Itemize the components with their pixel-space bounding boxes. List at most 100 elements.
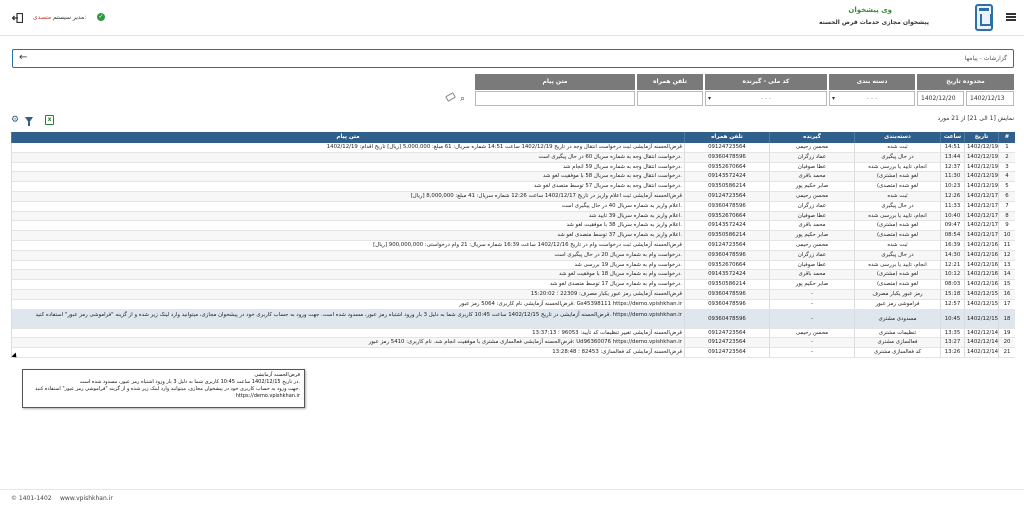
- row-date: 1402/12/19: [964, 152, 998, 162]
- phone-input[interactable]: [637, 91, 703, 106]
- row-time: 09:47: [940, 221, 964, 231]
- row-time: 12:37: [940, 162, 964, 172]
- row-time: 08:03: [940, 280, 964, 289]
- table-row[interactable]: 19 1402/12/14 13:35 تنظیمات مشتری محسن رحیمی…: [11, 328, 1015, 339]
- receiver-select[interactable]: ▾ - - -: [705, 91, 827, 106]
- row-receiver: محسن رحیمی: [769, 143, 854, 152]
- row-index: 10: [998, 231, 1015, 240]
- row-date: 1402/12/17: [964, 201, 998, 211]
- row-phone: 09352670664: [684, 162, 769, 172]
- row-receiver: عطا صوفیان: [769, 162, 854, 172]
- table-row[interactable]: 2 1402/12/19 13:44 در حال پیگیری عماد زرگران…: [11, 152, 1015, 163]
- col-date-header[interactable]: تاریخ: [964, 132, 998, 143]
- filter-receiver-header: کد ملی - گیرنده: [705, 74, 827, 90]
- row-phone: 09360478596: [684, 299, 769, 309]
- row-time: 12:57: [940, 299, 964, 309]
- row-category: لغو شده (متصدی): [854, 280, 940, 289]
- app-title: وی پیشخوان: [848, 6, 892, 14]
- table-row[interactable]: 7 1402/12/17 11:33 در حال پیگیری عماد زرگران…: [11, 201, 1015, 212]
- table-row[interactable]: 5 1402/12/19 10:23 لغو شده (متصدی) صابر حکیم…: [11, 182, 1015, 192]
- row-message: درخواست انتقال وجه به شماره سریال 59 انج…: [11, 162, 684, 172]
- filter-icon[interactable]: [25, 117, 33, 126]
- filter-date-header: محدوده تاریخ: [917, 74, 1014, 90]
- row-index: 8: [998, 211, 1015, 221]
- row-date: 1402/12/15: [964, 309, 998, 328]
- message-input[interactable]: [475, 91, 635, 106]
- app-logo-icon: [975, 4, 993, 31]
- table-row[interactable]: 3 1402/12/19 12:37 انجام، تایید یا بررسی شد…: [11, 162, 1015, 173]
- breadcrumb: ← گزارشات - پیامها: [12, 49, 1014, 68]
- row-message: اعلام واریز به شماره سریال 38 با موفقیت …: [11, 221, 684, 231]
- table-row[interactable]: 16 1402/12/15 15:18 رمز عبور یکبار مصرف -093…: [11, 289, 1015, 300]
- row-receiver: محسن رحیمی: [769, 328, 854, 338]
- col-message-header[interactable]: متن پیام: [11, 132, 684, 143]
- table-row[interactable]: 1 1402/12/19 14:51 ثبت شده محسن رحیمی 0912472…: [11, 143, 1015, 153]
- row-time: 13:27: [940, 338, 964, 348]
- search-icon[interactable]: ⌕: [460, 94, 465, 104]
- col-receiver-header[interactable]: گیرنده: [769, 132, 854, 143]
- row-category: در حال پیگیری: [854, 201, 940, 211]
- table-row[interactable]: 17 1402/12/15 12:57 فراموشی رمز عبور -093604…: [11, 299, 1015, 310]
- row-date: 1402/12/16: [964, 240, 998, 250]
- row-time: 08:54: [940, 231, 964, 240]
- table-row[interactable]: 18 1402/12/15 10:45 مسدودی مشتری -0936047859…: [11, 309, 1015, 329]
- col-index-header[interactable]: #: [998, 132, 1015, 143]
- table-row[interactable]: 15 1402/12/16 08:03 لغو شده (متصدی) صابر حکی…: [11, 280, 1015, 290]
- table-row[interactable]: 6 1402/12/17 12:26 ثبت شده محسن رحیمی 0912472…: [11, 191, 1015, 202]
- row-index: 11: [998, 240, 1015, 250]
- gear-icon[interactable]: ⚙: [11, 115, 19, 125]
- category-select[interactable]: ▾ - - -: [829, 91, 915, 106]
- row-message: قرض‌الحسنه آزمایشی فعالسازی مشتری با موف…: [11, 338, 684, 348]
- table-row[interactable]: 12 1402/12/16 14:30 در حال پیگیری عماد زرگرا…: [11, 250, 1015, 261]
- table-row[interactable]: 14 1402/12/16 10:12 لغو شده (مشتری) محمد باق…: [11, 270, 1015, 281]
- back-arrow-icon[interactable]: ←: [19, 53, 27, 63]
- user-info: مدیر سیستم متصدی:: [33, 14, 86, 21]
- table-row[interactable]: 10 1402/12/17 08:54 لغو شده (متصدی) صابر حکی…: [11, 231, 1015, 241]
- tooltip-line: قرض‌الحسنه آزمایشی: [254, 372, 300, 378]
- row-receiver: محسن رحیمی: [769, 191, 854, 201]
- table-row[interactable]: 4 1402/12/19 11:30 لغو شده (مشتری) محمد باقر…: [11, 172, 1015, 183]
- menu-icon[interactable]: [1006, 13, 1016, 21]
- excel-export-icon[interactable]: x: [45, 115, 54, 125]
- row-phone: 09143572424: [684, 270, 769, 280]
- row-message: قرض‌الحسنه آزمایشی ثبت درخواست انتقال وج…: [11, 143, 684, 152]
- row-phone: 09143572424: [684, 221, 769, 231]
- table-row[interactable]: 9 1402/12/17 09:47 لغو شده (مشتری) محمد باقر…: [11, 221, 1015, 232]
- table-header-row: # تاریخ ساعت دسته‌بندی گیرنده تلفن همراه…: [11, 132, 1015, 143]
- row-date: 1402/12/16: [964, 250, 998, 260]
- row-date: 1402/12/16: [964, 260, 998, 270]
- footer-site-link[interactable]: www.vpishkhan.ir: [60, 495, 113, 502]
- col-time-header[interactable]: ساعت: [940, 132, 964, 143]
- col-category-header[interactable]: دسته‌بندی: [854, 132, 940, 143]
- row-time: 13:35: [940, 328, 964, 338]
- row-index: 19: [998, 328, 1015, 338]
- table-row[interactable]: 20 1402/12/14 13:27 فعالسازی مشتری -09124723…: [11, 338, 1015, 349]
- table-row[interactable]: 21 1402/12/14 13:26 کد فعالسازی مشتری -09124…: [11, 348, 1015, 358]
- table-row[interactable]: 8 1402/12/17 10:40 انجام، تایید یا بررسی شد…: [11, 211, 1015, 222]
- filter-category-header: دسته بندی: [829, 74, 915, 90]
- row-category: کد فعالسازی مشتری: [854, 348, 940, 357]
- col-phone-header[interactable]: تلفن همراه: [684, 132, 769, 143]
- eraser-icon[interactable]: [445, 92, 456, 102]
- table-row[interactable]: 13 1402/12/16 12:21 انجام، تایید یا بررسی ش…: [11, 260, 1015, 271]
- date-from-input[interactable]: 1402/12/13: [966, 91, 1014, 106]
- date-to-input[interactable]: 1402/12/20: [917, 91, 964, 106]
- row-time: 15:18: [940, 289, 964, 299]
- row-message: درخواست وام به شماره سریال 17 توسط متصدی…: [11, 280, 684, 289]
- top-bar: وی پیشخوان پیشخوان مجازی خدمات قرض الحسن…: [0, 0, 1024, 36]
- row-message: درخواست وام به شماره سریال 19 بررسی شد.: [11, 260, 684, 270]
- row-receiver: -: [769, 309, 854, 328]
- row-category: لغو شده (مشتری): [854, 270, 940, 280]
- row-date: 1402/12/19: [964, 172, 998, 182]
- row-index: 9: [998, 221, 1015, 231]
- row-index: 13: [998, 260, 1015, 270]
- category-select-value: - - -: [866, 95, 878, 102]
- row-category: انجام، تایید یا بررسی شده: [854, 162, 940, 172]
- row-date: 1402/12/16: [964, 280, 998, 289]
- row-time: 13:26: [940, 348, 964, 357]
- table-body: 1 1402/12/19 14:51 ثبت شده محسن رحیمی 0912472…: [11, 143, 1015, 358]
- row-phone: 09350586214: [684, 280, 769, 289]
- row-index: 12: [998, 250, 1015, 260]
- table-row[interactable]: 11 1402/12/16 16:39 ثبت شده محسن رحیمی 091247…: [11, 240, 1015, 251]
- logout-icon[interactable]: [11, 12, 24, 24]
